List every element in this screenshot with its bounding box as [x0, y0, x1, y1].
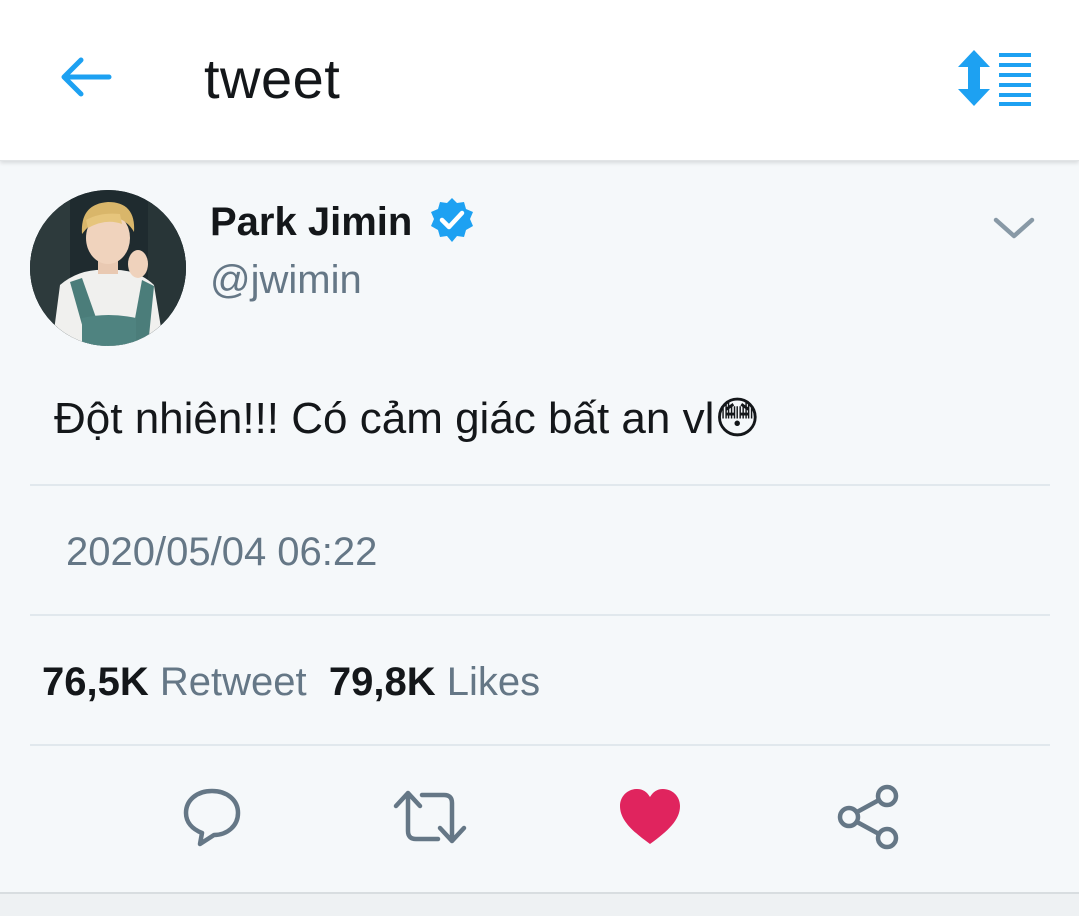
reply-button[interactable]	[174, 782, 250, 852]
tweet-text: Đột nhiên!!! Có cảm giác bất an vl😳	[54, 388, 760, 450]
sort-arrows-list-icon	[958, 50, 1031, 106]
flushed-face-emoji: 😳	[714, 394, 761, 443]
divider	[30, 614, 1050, 616]
heart-icon	[620, 789, 680, 844]
author-handle[interactable]: @jwimin	[210, 254, 362, 306]
next-section	[0, 894, 1079, 916]
tweet-stats: 76,5K Retweet 79,8K Likes	[42, 656, 540, 708]
page-title: tweet	[204, 47, 341, 110]
tweet-options-button[interactable]	[988, 204, 1040, 252]
tweet-body: Đột nhiên!!! Có cảm giác bất an vl	[54, 394, 715, 443]
back-button[interactable]	[52, 48, 118, 106]
retweets-label: Retweet	[159, 660, 307, 704]
likes-label: Likes	[446, 660, 541, 704]
verified-badge-icon	[428, 196, 476, 244]
divider	[30, 484, 1050, 486]
reply-bubble-icon	[183, 788, 241, 847]
share-button[interactable]	[830, 782, 906, 852]
likes-count: 79,8K	[328, 660, 436, 704]
divider	[30, 744, 1050, 746]
retweets-count: 76,5K	[42, 660, 149, 704]
user-avatar-photo	[30, 190, 186, 346]
top-app-bar: tweet	[0, 0, 1079, 161]
retweet-icon	[393, 790, 467, 844]
author-display-name[interactable]: Park Jimin	[210, 196, 412, 248]
likes-stat[interactable]: 79,8K Likes	[329, 660, 540, 704]
retweets-stat[interactable]: 76,5K Retweet	[42, 660, 307, 704]
avatar[interactable]	[30, 190, 186, 346]
chevron-down-icon	[993, 217, 1035, 239]
tweet-timestamp: 2020/05/04 06:22	[66, 530, 378, 574]
like-button[interactable]	[612, 782, 688, 852]
arrow-left-icon	[61, 57, 112, 97]
share-icon	[837, 784, 899, 850]
sort-button[interactable]	[950, 46, 1040, 110]
retweet-button[interactable]	[392, 782, 468, 852]
